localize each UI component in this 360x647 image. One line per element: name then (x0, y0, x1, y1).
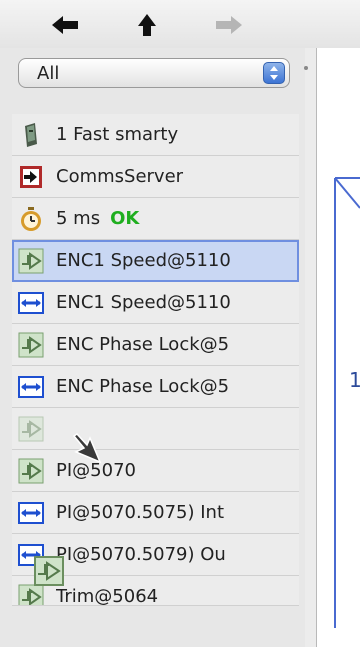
back-arrow-icon (52, 16, 78, 34)
link-icon (18, 290, 44, 316)
list-item-label: Trim@5064 (56, 586, 159, 606)
list-item[interactable]: 5 ms OK (12, 198, 299, 240)
stopwatch-icon (18, 206, 44, 232)
sidebar: All 1 Fast smarty CommsServer 5 ms OK EN… (0, 48, 305, 647)
forward-button[interactable] (214, 12, 244, 38)
list-item-label: 1 Fast smarty (56, 124, 179, 145)
list-item[interactable]: CommsServer (12, 156, 299, 198)
list-item-label: ENC Phase Lock@5 (56, 376, 230, 397)
drag-ghost-icon (34, 556, 64, 590)
canvas-frame (334, 177, 360, 628)
up-arrow-icon (138, 14, 156, 36)
resize-grip-icon[interactable] (303, 56, 309, 70)
list-item-label: PI@5070.5079) Ou (56, 544, 226, 565)
device-icon (18, 122, 44, 148)
list-item[interactable]: ENC1 Speed@5110 (12, 282, 299, 324)
list-item-label-group: 5 ms OK (56, 208, 296, 229)
block-icon (18, 416, 44, 442)
list-item[interactable]: ENC Phase Lock@5 (12, 324, 299, 366)
block-icon (18, 332, 44, 358)
link-icon (18, 500, 44, 526)
canvas[interactable]: 1 (317, 48, 360, 647)
list-item-label: 5 ms (56, 208, 101, 229)
list-item-label: ENC Phase Lock@5 (56, 334, 230, 355)
canvas-axis-label: 1 (349, 368, 360, 392)
filter-select[interactable]: All (18, 58, 290, 88)
list-item-label: CommsServer (56, 166, 184, 187)
back-button[interactable] (50, 12, 80, 38)
list-item-selected[interactable]: ENC1 Speed@5110 (12, 240, 299, 282)
block-icon (18, 248, 44, 274)
filter-selected-value: All (37, 63, 60, 84)
link-icon (18, 374, 44, 400)
toolbar (0, 0, 360, 48)
list-item[interactable] (12, 408, 299, 450)
status-badge: OK (110, 208, 140, 229)
list-item[interactable]: ENC Phase Lock@5 (12, 366, 299, 408)
cursor-icon (68, 430, 102, 468)
list-item-label: ENC1 Speed@5110 (56, 292, 231, 313)
server-icon (18, 164, 44, 190)
list-item[interactable]: PI@5070.5075) Int (12, 492, 299, 534)
block-icon (18, 458, 44, 484)
list-item-label: ENC1 Speed@5110 (56, 250, 231, 271)
list-item-label: PI@5070.5075) Int (56, 502, 225, 523)
up-button[interactable] (132, 12, 162, 38)
list-item[interactable]: 1 Fast smarty (12, 114, 299, 156)
chevron-updown-icon (263, 62, 285, 84)
forward-arrow-icon (216, 16, 242, 34)
list-item[interactable]: PI@5070 (12, 450, 299, 492)
